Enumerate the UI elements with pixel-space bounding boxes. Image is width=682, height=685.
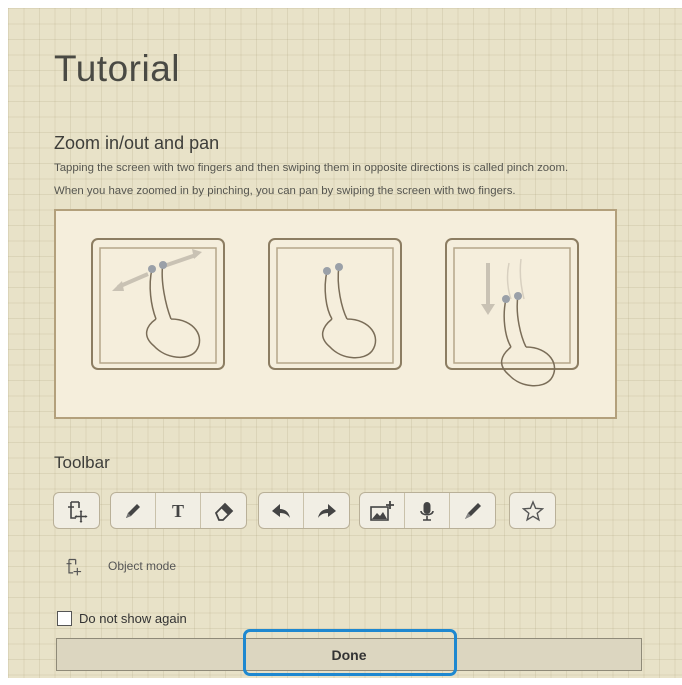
brush-icon xyxy=(464,502,481,519)
toolbar-group-favorite xyxy=(509,492,556,529)
voice-record-button[interactable] xyxy=(405,493,450,528)
tutorial-panel: Tutorial Zoom in/out and pan Tapping the… xyxy=(8,8,682,678)
section-description-line1: Tapping the screen with two fingers and … xyxy=(54,162,569,174)
section-description-line2: When you have zoomed in by pinching, you… xyxy=(54,185,516,197)
gesture-illustration xyxy=(54,209,617,419)
object-mode-button[interactable] xyxy=(54,493,99,528)
pen-button[interactable] xyxy=(111,493,156,528)
undo-button[interactable] xyxy=(259,493,304,528)
object-mode-legend-icon xyxy=(66,558,82,576)
favorite-button[interactable] xyxy=(510,493,555,528)
section-title: Zoom in/out and pan xyxy=(54,133,220,153)
text-button[interactable]: T xyxy=(156,493,201,528)
insert-image-button[interactable] xyxy=(360,493,405,528)
eraser-button[interactable] xyxy=(201,493,246,528)
toolbar-title: Toolbar xyxy=(54,453,110,472)
two-finger-tap-illustration xyxy=(268,238,402,370)
object-mode-label: Object mode xyxy=(108,559,177,573)
object-mode-icon xyxy=(67,500,87,523)
star-icon xyxy=(521,499,544,521)
pinch-zoom-illustration xyxy=(91,238,225,370)
done-button-highlight xyxy=(243,629,457,676)
page-title: Tutorial xyxy=(54,48,181,89)
pan-illustration xyxy=(445,238,579,387)
toolbar-group-drawing: T xyxy=(110,492,247,529)
brush-button[interactable] xyxy=(450,493,495,528)
undo-icon xyxy=(272,503,290,518)
toolbar-group-insert xyxy=(359,492,496,529)
do-not-show-again-row[interactable]: Do not show again xyxy=(57,611,187,626)
pen-icon xyxy=(126,503,140,518)
toolbar-group-history xyxy=(258,492,350,529)
redo-icon xyxy=(317,503,336,518)
do-not-show-again-checkbox[interactable] xyxy=(57,611,72,626)
eraser-icon xyxy=(214,502,233,521)
toolbar-group-object xyxy=(53,492,100,529)
insert-image-icon xyxy=(370,500,394,521)
microphone-icon xyxy=(420,501,434,521)
redo-button[interactable] xyxy=(304,493,349,528)
text-icon: T xyxy=(172,501,184,521)
do-not-show-again-label: Do not show again xyxy=(79,611,187,626)
svg-text:T: T xyxy=(172,501,184,521)
